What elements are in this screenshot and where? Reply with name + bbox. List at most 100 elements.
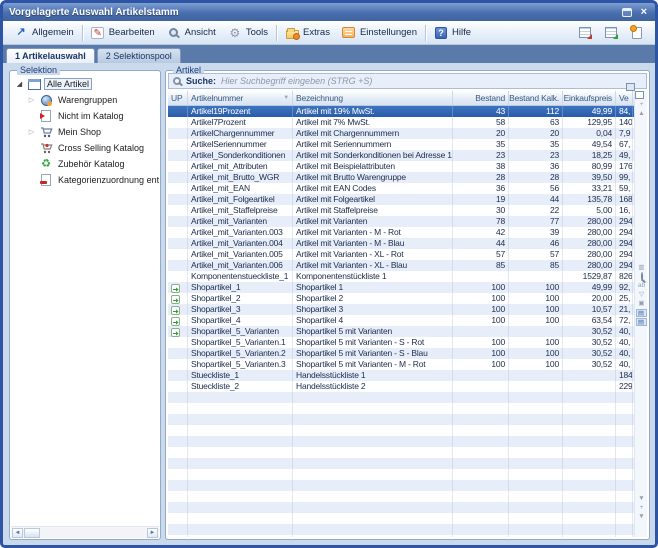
table-row[interactable]: Artikel_mit_Attributen Artikel mit Beisp…	[168, 161, 634, 172]
table-row[interactable]: Shopartikel_5_Varianten Shopartikel 5 mi…	[168, 326, 634, 337]
table-row[interactable]: ArtikelChargennummer Artikel mit Chargen…	[168, 128, 634, 139]
column-header-bezeichnung[interactable]: Bezeichnung	[293, 91, 453, 105]
menu-einstellungen[interactable]: Einstellungen	[336, 24, 423, 41]
expander-icon[interactable]: ◢	[15, 80, 24, 88]
scroll-top-icon[interactable]: ▲	[635, 109, 648, 118]
filter-icon[interactable]: ▽	[635, 290, 648, 299]
table-row[interactable]: Artikel_mit_Staffelpreise Artikel mit St…	[168, 205, 634, 216]
tree-item-zubehoer[interactable]: ♻ Zubehör Katalog	[11, 156, 159, 172]
row-artikelnummer	[188, 491, 293, 502]
tree-item-kategorien-entfernen[interactable]: Kategorienzuordnung entfernen	[11, 172, 159, 188]
tree-item-mein-shop[interactable]: ▷ Mein Shop	[11, 124, 159, 140]
table-row-empty[interactable]	[168, 491, 634, 502]
scroll-down-icon[interactable]: ▼	[635, 494, 648, 503]
scroll-right-icon[interactable]: ►	[147, 528, 158, 538]
list-view-icon[interactable]: ▤	[636, 309, 647, 317]
close-icon[interactable]: ×	[639, 7, 649, 17]
table-row[interactable]: ArtikelSeriennummer Artikel mit Seriennu…	[168, 139, 634, 150]
table-row-empty[interactable]	[168, 513, 634, 524]
table-row[interactable]: Artikel_mit_Varianten.004 Artikel mit Va…	[168, 238, 634, 249]
table-row[interactable]: Stueckliste_1 Handelsstückliste 1 184	[168, 370, 634, 381]
columns-icon[interactable]: ▥	[635, 263, 648, 272]
table-row[interactable]: Shopartikel_5_Varianten.1 Shopartikel 5 …	[168, 337, 634, 348]
table-row-empty[interactable]	[168, 535, 634, 537]
table-row[interactable]: Shopartikel_3 Shopartikel 3 100 100 10,5…	[168, 304, 634, 315]
row-bezeichnung: Artikel mit 19% MwSt.	[293, 106, 453, 117]
row-up-cell	[168, 337, 188, 348]
table-row[interactable]: Artikel19Prozent Artikel mit 19% MwSt. 4…	[168, 106, 634, 117]
table-row[interactable]: Stueckliste_2 Handelsstückliste 2 229	[168, 381, 634, 392]
table-row[interactable]: Artikel_mit_Folgeartikel Artikel mit Fol…	[168, 194, 634, 205]
add-row-bottom-icon[interactable]: +	[635, 503, 648, 512]
table-row[interactable]: Shopartikel_1 Shopartikel 1 100 100 49,9…	[168, 282, 634, 293]
table-row[interactable]: Artikel_mit_Varianten.003 Artikel mit Va…	[168, 227, 634, 238]
row-einkaufspreis	[563, 392, 616, 403]
copy-icon[interactable]: ▣	[635, 299, 648, 308]
menu-hilfe[interactable]: ? Hilfe	[428, 24, 477, 41]
row-bezeichnung: Artikel mit Beispielattributen	[293, 161, 453, 172]
table-row-empty[interactable]	[168, 392, 634, 403]
table-row-empty[interactable]	[168, 436, 634, 447]
table-row[interactable]: Shopartikel_5_Varianten.2 Shopartikel 5 …	[168, 348, 634, 359]
table-row[interactable]: Artikel7Prozent Artikel mit 7% MwSt. 58 …	[168, 117, 634, 128]
table-row[interactable]: Artikel_mit_Brutto_WGR Artikel mit Brutt…	[168, 172, 634, 183]
table-row[interactable]: Komponentenstueckliste_1 Komponentenstüc…	[168, 271, 634, 282]
tree-item-alle-artikel[interactable]: ◢ Alle Artikel	[11, 76, 159, 92]
new-document-button[interactable]	[624, 24, 650, 41]
table-row[interactable]: Artikel_mit_Varianten.006 Artikel mit Va…	[168, 260, 634, 271]
table-row[interactable]: Shopartikel_4 Shopartikel 4 100 100 63,5…	[168, 315, 634, 326]
column-header-bestand-kalk[interactable]: Bestand Kalk.	[509, 91, 563, 105]
table-row-empty[interactable]	[168, 403, 634, 414]
letters-icon[interactable]: ab	[635, 281, 648, 290]
list-view-alt-icon[interactable]: ▤	[636, 318, 647, 326]
tab-selektionspool[interactable]: 2 Selektionspool	[97, 48, 181, 63]
tree-horizontal-scrollbar[interactable]: ◄ ►	[11, 526, 159, 538]
menu-ansicht[interactable]: Ansicht	[161, 24, 222, 41]
row-bestand: 36	[453, 183, 509, 194]
restore-icon[interactable]	[622, 8, 632, 17]
table-row[interactable]: Artikel_mit_Varianten Artikel mit Varian…	[168, 216, 634, 227]
tree-item-cross-selling[interactable]: Cross Selling Katalog	[11, 140, 159, 156]
menu-extras[interactable]: Extras	[279, 24, 336, 41]
table-row-empty[interactable]	[168, 480, 634, 491]
table-row-empty[interactable]	[168, 524, 634, 535]
table-row[interactable]: Shopartikel_2 Shopartikel 2 100 100 20,0…	[168, 293, 634, 304]
menu-label: Einstellungen	[360, 27, 417, 38]
table-row-empty[interactable]	[168, 502, 634, 513]
zoom-icon[interactable]	[635, 272, 648, 281]
scroll-bottom-icon[interactable]: ▼	[635, 512, 648, 521]
search-input[interactable]	[221, 75, 642, 87]
row-artikelnummer: Artikel_mit_Varianten.006	[188, 260, 293, 271]
menu-separator	[276, 25, 277, 41]
tab-artikelauswahl[interactable]: 1 Artikelauswahl	[6, 48, 95, 63]
tree-item-warengruppen[interactable]: ▷ Warengruppen	[11, 92, 159, 108]
table-row-empty[interactable]	[168, 447, 634, 458]
scrollbar-thumb[interactable]	[24, 528, 40, 538]
table-row[interactable]: Artikel_mit_Varianten.005 Artikel mit Va…	[168, 249, 634, 260]
add-row-icon[interactable]: +	[635, 100, 648, 109]
table-row-empty[interactable]	[168, 425, 634, 436]
table-row-empty[interactable]	[168, 469, 634, 480]
expander-icon[interactable]: ▷	[27, 128, 36, 136]
menu-bearbeiten[interactable]: ✎ Bearbeiten	[85, 24, 161, 41]
table-row[interactable]: Artikel_Sonderkonditionen Artikel mit So…	[168, 150, 634, 161]
menu-tools[interactable]: ⚙ Tools	[222, 24, 274, 41]
column-header-einkaufspreis[interactable]: Einkaufspreis	[563, 91, 616, 105]
table-row-empty[interactable]	[168, 458, 634, 469]
scroll-left-icon[interactable]: ◄	[12, 528, 23, 538]
menu-allgemein[interactable]: ↗ Allgemein	[8, 24, 80, 41]
column-header-artikelnummer[interactable]: Artikelnummer ▼	[188, 91, 293, 105]
row-artikelnummer: ArtikelChargennummer	[188, 128, 293, 139]
table-row-empty[interactable]	[168, 414, 634, 425]
table-row[interactable]: Artikel_mit_EAN Artikel mit EAN Codes 36…	[168, 183, 634, 194]
row-artikelnummer	[188, 436, 293, 447]
expander-icon[interactable]: ▷	[27, 96, 36, 104]
table-import-button[interactable]	[598, 24, 624, 41]
column-header-bestand[interactable]: Bestand	[453, 91, 509, 105]
table-export-button[interactable]	[572, 24, 598, 41]
row-ve	[616, 535, 633, 537]
column-header-up[interactable]: UP	[168, 91, 188, 105]
table-row[interactable]: Shopartikel_5_Varianten.3 Shopartikel 5 …	[168, 359, 634, 370]
column-header-ve[interactable]: Ve	[616, 91, 633, 105]
tree-item-nicht-im-katalog[interactable]: Nicht im Katalog	[11, 108, 159, 124]
